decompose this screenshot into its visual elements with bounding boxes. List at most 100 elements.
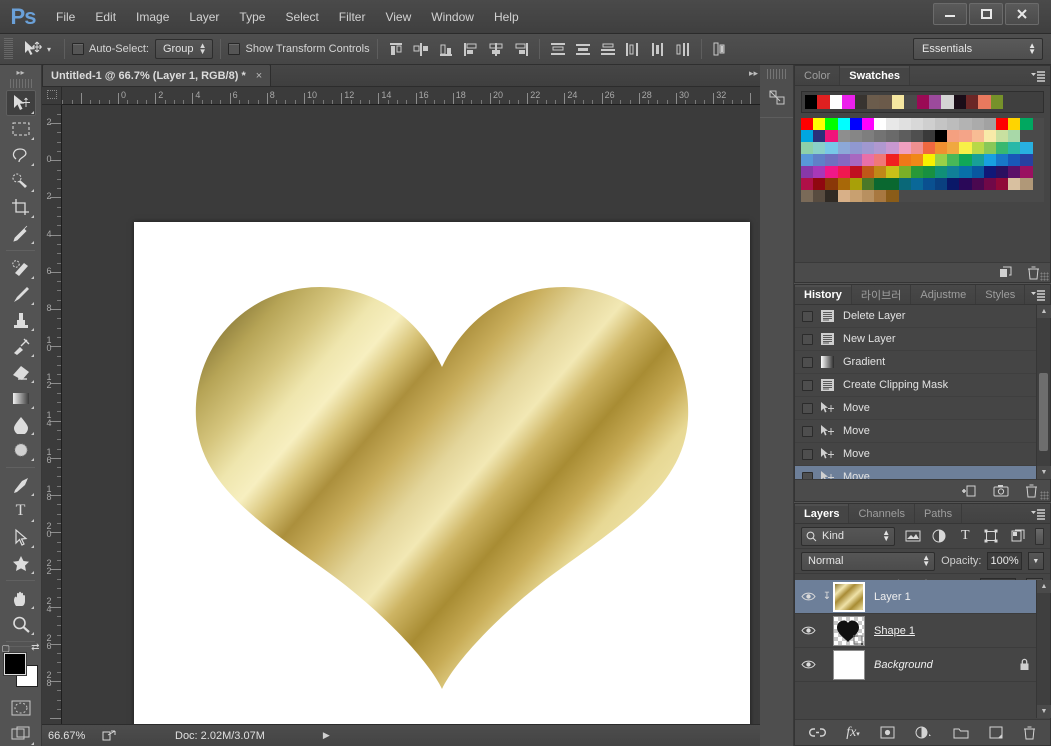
color-swatch[interactable] [971, 178, 984, 190]
color-swatch[interactable] [1008, 178, 1021, 190]
color-swatch[interactable] [886, 142, 899, 154]
clone-stamp-tool[interactable] [6, 307, 36, 333]
color-swatch[interactable] [971, 166, 984, 178]
history-state-row[interactable]: Move [795, 397, 1050, 420]
color-swatch[interactable] [837, 154, 850, 166]
history-state-row[interactable]: Move [795, 420, 1050, 443]
horizontal-type-tool[interactable]: T [6, 498, 36, 524]
menu-view[interactable]: View [375, 6, 421, 28]
rectangular-marquee-tool[interactable] [6, 116, 36, 142]
color-swatch[interactable] [971, 154, 984, 166]
opacity-field[interactable]: 100% [987, 552, 1022, 570]
layer-name[interactable]: Layer 1 [874, 591, 911, 603]
menu-file[interactable]: File [46, 6, 85, 28]
color-swatch[interactable] [813, 142, 826, 154]
color-swatch[interactable] [837, 118, 850, 130]
color-swatch[interactable] [874, 118, 887, 130]
tool-preset-chevron[interactable]: ▾ [47, 45, 51, 54]
color-swatch[interactable] [910, 166, 923, 178]
color-swatch[interactable] [947, 142, 960, 154]
layer-row[interactable]: Shape 1 [795, 614, 1050, 648]
color-swatch[interactable] [801, 154, 814, 166]
history-scroll-thumb[interactable] [1039, 373, 1048, 451]
recent-swatch[interactable] [966, 95, 979, 109]
dodge-tool[interactable] [6, 437, 36, 463]
tab-channels[interactable]: Channels [849, 504, 915, 523]
color-swatches[interactable]: ⇄ ▢ [2, 642, 40, 687]
color-swatch[interactable] [874, 178, 887, 190]
history-state-checkbox[interactable] [802, 310, 813, 322]
status-expand-icon[interactable]: ▶ [323, 730, 330, 741]
distribute-top-edges-button[interactable] [547, 38, 569, 60]
color-swatch[interactable] [947, 166, 960, 178]
color-swatch[interactable] [825, 142, 838, 154]
layer-style-fx-icon[interactable]: fx▾ [846, 725, 860, 741]
color-swatch[interactable] [886, 154, 899, 166]
color-swatch[interactable] [886, 166, 899, 178]
history-brush-tool[interactable] [6, 333, 36, 359]
path-selection-tool[interactable] [6, 524, 36, 550]
tab-styles[interactable]: Styles [976, 285, 1026, 304]
recent-swatch[interactable] [990, 95, 1004, 109]
swatches-grid[interactable] [801, 118, 1044, 202]
color-swatch[interactable] [959, 178, 972, 190]
color-swatch[interactable] [861, 166, 875, 178]
color-swatch[interactable] [922, 130, 936, 142]
tab-paths[interactable]: Paths [915, 504, 963, 523]
color-swatch[interactable] [971, 142, 984, 154]
current-tool-indicator[interactable]: ▾ [17, 37, 57, 61]
color-swatch[interactable] [983, 118, 996, 130]
create-snapshot-icon[interactable] [993, 484, 1009, 497]
new-swatch-icon[interactable] [998, 266, 1013, 280]
layer-thumbnail[interactable] [833, 649, 865, 680]
show-transform-controls-checkbox[interactable] [227, 43, 240, 55]
color-swatch[interactable] [1008, 130, 1021, 142]
color-swatch[interactable] [801, 142, 814, 154]
color-swatch[interactable] [849, 142, 862, 154]
new-adjustment-layer-icon[interactable] [915, 726, 933, 739]
recent-swatch[interactable] [842, 95, 855, 109]
menu-layer[interactable]: Layer [179, 6, 229, 28]
layer-visibility-toggle[interactable] [795, 580, 821, 614]
color-swatch[interactable] [922, 142, 936, 154]
share-icon[interactable] [102, 729, 117, 742]
color-swatch[interactable] [861, 190, 875, 202]
recent-swatch[interactable] [953, 95, 967, 109]
menu-window[interactable]: Window [421, 6, 484, 28]
color-swatch[interactable] [849, 190, 862, 202]
create-document-from-state-icon[interactable] [961, 484, 977, 498]
blend-mode-select[interactable]: Normal ▲ ▼ [801, 551, 936, 571]
color-swatch[interactable] [898, 142, 911, 154]
color-swatch[interactable] [849, 130, 862, 142]
color-swatch[interactable] [947, 130, 960, 142]
document-tab[interactable]: Untitled-1 @ 66.7% (Layer 1, RGB/8) * × [42, 64, 272, 86]
document-canvas[interactable] [134, 222, 750, 724]
quick-mask-button[interactable] [6, 695, 36, 721]
color-swatch[interactable] [959, 142, 972, 154]
align-right-edges-button[interactable] [510, 38, 532, 60]
history-state-row[interactable]: Delete Layer [795, 305, 1050, 328]
color-swatch[interactable] [983, 142, 996, 154]
new-layer-icon[interactable] [989, 726, 1003, 739]
color-swatch[interactable] [886, 118, 899, 130]
color-swatch[interactable] [910, 178, 923, 190]
options-bar-grip[interactable] [4, 38, 13, 60]
layers-panel-menu-button[interactable] [1028, 507, 1046, 521]
color-swatch[interactable] [837, 166, 850, 178]
color-swatch[interactable] [813, 118, 826, 130]
color-swatch[interactable] [1020, 118, 1033, 130]
color-swatch[interactable] [959, 154, 972, 166]
color-swatch[interactable] [996, 118, 1009, 130]
color-swatch[interactable] [935, 166, 948, 178]
scroll-down-icon[interactable]: ▼ [1037, 705, 1051, 718]
color-swatch[interactable] [837, 142, 850, 154]
crop-tool[interactable] [6, 194, 36, 220]
layer-thumbnail[interactable] [833, 615, 865, 646]
color-swatch[interactable] [959, 166, 972, 178]
color-swatch[interactable] [849, 154, 862, 166]
color-swatch[interactable] [910, 118, 923, 130]
toolbar-grip[interactable] [9, 79, 32, 88]
layer-name[interactable]: Background [874, 659, 933, 671]
horizontal-ruler[interactable]: 0 2 4 6 8 10 12 14 16 18 20 22 24 26 28 30 32 [62, 87, 760, 105]
layer-row[interactable]: Background [795, 648, 1050, 682]
